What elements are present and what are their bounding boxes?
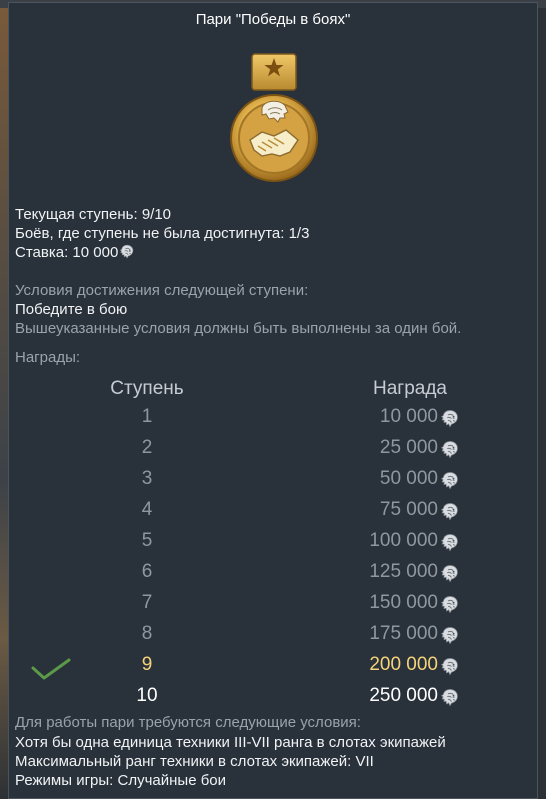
gold-medal-handshake-lion-icon bbox=[230, 53, 318, 182]
requirement-vehicle-label: Хотя бы одна единица техники bbox=[15, 734, 230, 751]
silver-lion-icon bbox=[440, 688, 460, 708]
requirement-max-rank: Максимальный ранг техники в слотах экипа… bbox=[15, 752, 374, 771]
reward-step: 7 bbox=[141, 592, 153, 613]
reward-step: 10 bbox=[136, 685, 158, 706]
column-step-header: Ступень bbox=[110, 378, 184, 399]
reward-amount: 100 000 bbox=[369, 530, 438, 551]
reward-row: 6 125 000 bbox=[0, 561, 546, 589]
silver-lion-icon bbox=[440, 440, 460, 460]
reward-step: 4 bbox=[141, 499, 153, 520]
reward-amount: 200 000 bbox=[369, 654, 438, 675]
reward-row: 8 175 000 bbox=[0, 623, 546, 651]
bet-value: 10 000 bbox=[72, 244, 119, 261]
reward-row: 5 100 000 bbox=[0, 530, 546, 558]
current-step-line: Текущая ступень: 9/10 bbox=[15, 205, 171, 224]
reward-amount: 125 000 bbox=[369, 561, 438, 582]
reward-step: 9 bbox=[141, 654, 153, 675]
reward-row: 4 75 000 bbox=[0, 499, 546, 527]
conditions-task: Победите в бою bbox=[15, 301, 128, 318]
requirement-game-modes: Режимы игры: Случайные бои bbox=[15, 771, 226, 790]
reward-step: 2 bbox=[141, 437, 153, 458]
silver-lion-icon bbox=[440, 564, 460, 584]
reward-row: 10 250 000 bbox=[0, 685, 546, 713]
silver-lion-icon bbox=[440, 471, 460, 491]
reward-row: 3 50 000 bbox=[0, 468, 546, 496]
reward-step: 8 bbox=[141, 623, 153, 644]
conditions-note: Вышеуказанные условия должны быть выполн… bbox=[15, 320, 462, 337]
reward-amount: 10 000 bbox=[379, 406, 438, 427]
requirements-heading: Для работы пари требуются следующие усло… bbox=[15, 714, 361, 731]
silver-lion-icon bbox=[440, 533, 460, 553]
column-reward-header: Награда bbox=[372, 378, 447, 399]
current-step-value: 9/10 bbox=[141, 206, 172, 223]
requirement-vehicle-rank: Хотя бы одна единица техники III-VII ран… bbox=[15, 733, 446, 752]
requirement-max-rank-value: VII bbox=[355, 753, 374, 770]
silver-lion-icon bbox=[440, 409, 460, 429]
checkmark-icon bbox=[31, 658, 71, 680]
reward-row: 2 25 000 bbox=[0, 437, 546, 465]
reward-amount: 25 000 bbox=[379, 437, 438, 458]
reward-amount: 150 000 bbox=[369, 592, 438, 613]
reward-amount: 175 000 bbox=[369, 623, 438, 644]
current-step-label: Текущая ступень: bbox=[15, 206, 138, 223]
silver-lion-icon bbox=[440, 657, 460, 677]
silver-lion-icon bbox=[119, 244, 135, 260]
battles-line: Боёв, где ступень не была достигнута: 1/… bbox=[15, 224, 309, 243]
reward-step: 1 bbox=[141, 406, 153, 427]
reward-step: 3 bbox=[141, 468, 153, 489]
silver-lion-icon bbox=[440, 595, 460, 615]
reward-row: 1 10 000 bbox=[0, 406, 546, 434]
reward-row: 9 200 000 bbox=[0, 654, 546, 682]
silver-lion-icon bbox=[440, 502, 460, 522]
requirement-max-rank-label: Максимальный ранг техники в слотах экипа… bbox=[15, 753, 352, 770]
bet-label: Ставка: bbox=[15, 244, 69, 261]
rewards-heading: Награды: bbox=[15, 349, 81, 366]
reward-step: 6 bbox=[141, 561, 153, 582]
silver-lion-icon bbox=[440, 626, 460, 646]
reward-amount: 50 000 bbox=[379, 468, 438, 489]
window-title: Пари "Победы в боях" bbox=[195, 11, 351, 28]
reward-amount: 75 000 bbox=[379, 499, 438, 520]
bet-line: Ставка: 10 000 bbox=[15, 243, 135, 262]
battles-label: Боёв, где ступень не была достигнута: bbox=[15, 225, 285, 242]
conditions-heading: Условия достижения следующей ступени: bbox=[15, 282, 309, 299]
requirement-vehicle-suffix: ранга в слотах экипажей bbox=[274, 734, 446, 751]
requirement-vehicle-value: III-VII bbox=[234, 734, 270, 751]
reward-step: 5 bbox=[141, 530, 153, 551]
reward-amount: 250 000 bbox=[369, 685, 438, 706]
reward-row: 7 150 000 bbox=[0, 592, 546, 620]
requirement-game-modes-label: Режимы игры: bbox=[15, 772, 114, 789]
battles-value: 1/3 bbox=[288, 225, 310, 242]
requirement-game-modes-value: Случайные бои bbox=[117, 772, 227, 789]
